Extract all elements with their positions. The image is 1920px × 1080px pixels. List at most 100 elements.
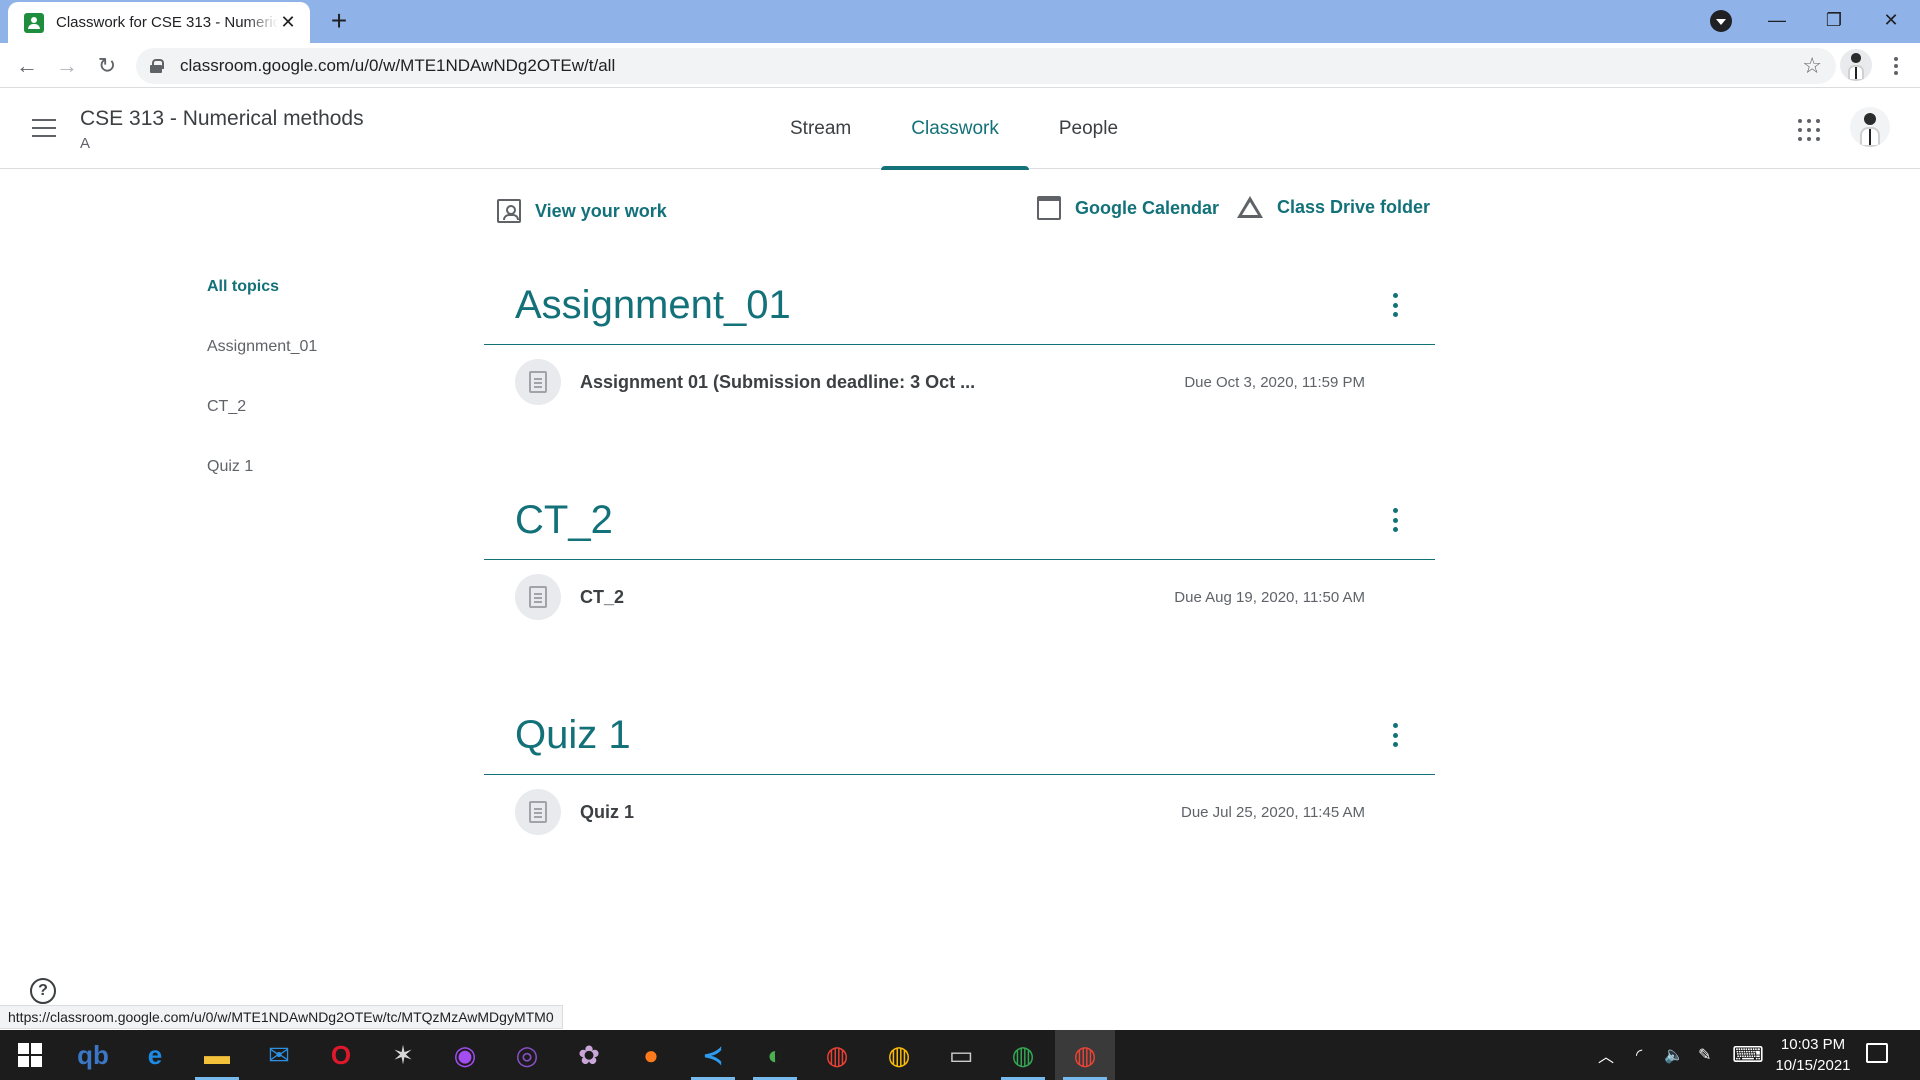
- clock-date: 10/15/2021: [1775, 1057, 1851, 1074]
- topic-quiz-1[interactable]: Quiz 1: [207, 456, 317, 516]
- topic-all-topics[interactable]: All topics: [207, 276, 317, 336]
- view-your-work-label: View your work: [535, 200, 667, 221]
- pen-icon[interactable]: ✎: [1698, 1030, 1711, 1080]
- assignment-icon: [515, 574, 561, 620]
- tab-people[interactable]: People: [1029, 89, 1148, 169]
- windows-logo-icon: [18, 1043, 42, 1067]
- section-title[interactable]: CT_2: [515, 498, 613, 543]
- item-title[interactable]: Assignment 01 (Submission deadline: 3 Oc…: [580, 372, 975, 393]
- section-more-icon[interactable]: [1387, 723, 1403, 747]
- taskbar-mail[interactable]: ✉: [249, 1030, 309, 1080]
- chrome-profile-ek-icon: ◍: [1011, 1040, 1035, 1070]
- bookmark-star-icon[interactable]: ☆: [1802, 53, 1822, 79]
- vscode-icon: ≺: [702, 1040, 724, 1070]
- keyboard-icon[interactable]: ⌨: [1732, 1030, 1764, 1080]
- tab-classwork[interactable]: Classwork: [881, 89, 1029, 170]
- browser-toolbar: ← → ↻ classroom.google.com/u/0/w/MTE1NDA…: [0, 43, 1920, 88]
- satellite-icon: ✶: [392, 1040, 414, 1070]
- class-section: A: [80, 135, 91, 152]
- topics-sidebar: All topics Assignment_01 CT_2 Quiz 1: [207, 276, 317, 516]
- topic-section-ct-2: CT_2 CT_2 Due Aug 19, 2020, 11:50 AM: [484, 480, 1435, 634]
- taskbar-vscode[interactable]: ≺: [683, 1030, 743, 1080]
- taskbar-clock[interactable]: 10:03 PM 10/15/2021: [1770, 1034, 1856, 1076]
- tab-close-icon[interactable]: ✕: [278, 12, 298, 33]
- start-button[interactable]: [0, 1030, 60, 1080]
- browser-tab-classwork[interactable]: Classwork for CSE 313 - Numerical method…: [8, 2, 310, 43]
- view-your-work-link[interactable]: View your work: [497, 199, 667, 223]
- section-header: Assignment_01: [484, 265, 1435, 345]
- item-due-date: Due Aug 19, 2020, 11:50 AM: [1174, 588, 1365, 606]
- taskbar-opera[interactable]: O: [311, 1030, 371, 1080]
- section-title[interactable]: Quiz 1: [515, 713, 631, 758]
- topic-assignment-01[interactable]: Assignment_01: [207, 336, 317, 396]
- section-header: CT_2: [484, 480, 1435, 560]
- assignment-ind-icon: [497, 199, 521, 223]
- taskbar-qbittorrent[interactable]: qb: [63, 1030, 123, 1080]
- taskbar-file-explorer[interactable]: ▬: [187, 1030, 247, 1080]
- assignment-icon: [515, 359, 561, 405]
- taskbar-terminal[interactable]: ▭: [931, 1030, 991, 1080]
- firefox-icon: ●: [643, 1040, 659, 1070]
- class-drive-folder-label: Class Drive folder: [1277, 196, 1431, 217]
- google-apps-icon[interactable]: [1798, 119, 1820, 141]
- assignment-icon: [515, 789, 561, 835]
- volume-icon[interactable]: 🔈: [1664, 1030, 1684, 1080]
- notifications-icon[interactable]: [1866, 1043, 1888, 1063]
- taskbar-chrome-profile-ek[interactable]: ◍: [993, 1030, 1053, 1080]
- topic-ct-2[interactable]: CT_2: [207, 396, 317, 456]
- taskbar-chrome-profile-1[interactable]: ◍: [807, 1030, 867, 1080]
- item-due-date: Due Jul 25, 2020, 11:45 AM: [1180, 803, 1365, 821]
- back-button[interactable]: ←: [10, 49, 44, 83]
- taskbar-chrome[interactable]: ◍: [869, 1030, 929, 1080]
- restore-button[interactable]: ❐: [1805, 0, 1863, 40]
- account-avatar[interactable]: [1850, 107, 1890, 147]
- section-title[interactable]: Assignment_01: [515, 283, 791, 328]
- opera-icon: O: [330, 1040, 352, 1070]
- tab-title: Classwork for CSE 313 - Numerical method…: [56, 14, 278, 31]
- item-due-date: Due Oct 3, 2020, 11:59 PM: [1184, 373, 1365, 391]
- url-text[interactable]: classroom.google.com/u/0/w/MTE1NDAwNDg2O…: [180, 56, 615, 76]
- chrome-menu-icon[interactable]: [1884, 49, 1908, 83]
- class-drive-folder-link[interactable]: Class Drive folder: [1237, 196, 1430, 218]
- main-menu-icon[interactable]: [32, 119, 56, 137]
- chrome-active-icon: ◍: [1073, 1040, 1097, 1070]
- tab-search-icon[interactable]: [1710, 10, 1732, 32]
- terminal-icon: ▭: [948, 1040, 974, 1070]
- window-close-button[interactable]: ✕: [1862, 0, 1920, 40]
- taskbar-messenger[interactable]: ◉: [435, 1030, 495, 1080]
- item-title[interactable]: CT_2: [580, 587, 624, 608]
- minimize-button[interactable]: —: [1748, 0, 1806, 40]
- clock-time: 10:03 PM: [1780, 1036, 1846, 1053]
- forward-button[interactable]: →: [50, 49, 84, 83]
- taskbar-globe-app[interactable]: ◐: [745, 1030, 805, 1080]
- address-bar[interactable]: classroom.google.com/u/0/w/MTE1NDAwNDg2O…: [136, 48, 1836, 84]
- taskbar-github-desktop[interactable]: ◎: [497, 1030, 557, 1080]
- taskbar-chrome-active[interactable]: ◍: [1055, 1030, 1115, 1080]
- taskbar-satellite[interactable]: ✶: [373, 1030, 433, 1080]
- section-header: Quiz 1: [484, 695, 1435, 775]
- class-title[interactable]: CSE 313 - Numerical methods: [80, 107, 364, 131]
- calendar-icon: [1037, 196, 1061, 220]
- reload-button[interactable]: ↻: [90, 49, 124, 83]
- tray-chevron-icon[interactable]: ︿: [1598, 1030, 1614, 1080]
- item-title[interactable]: Quiz 1: [580, 802, 634, 823]
- topic-section-quiz-1: Quiz 1 Quiz 1 Due Jul 25, 2020, 11:45 AM: [484, 695, 1435, 849]
- lock-icon[interactable]: [150, 59, 164, 73]
- taskbar-edge[interactable]: e: [125, 1030, 185, 1080]
- github-desktop-icon: ◎: [515, 1040, 539, 1070]
- taskbar-firefox[interactable]: ●: [621, 1030, 681, 1080]
- new-tab-button[interactable]: +: [324, 6, 354, 36]
- help-icon[interactable]: ?: [30, 978, 56, 1004]
- chrome-profile-avatar[interactable]: [1840, 49, 1872, 81]
- taskbar-paint[interactable]: ✿: [559, 1030, 619, 1080]
- classwork-item[interactable]: Quiz 1 Due Jul 25, 2020, 11:45 AM: [484, 775, 1435, 849]
- classwork-item[interactable]: CT_2 Due Aug 19, 2020, 11:50 AM: [484, 560, 1435, 634]
- classwork-item[interactable]: Assignment 01 (Submission deadline: 3 Oc…: [484, 345, 1435, 419]
- network-icon[interactable]: ◜: [1636, 1030, 1642, 1080]
- drive-icon: [1237, 196, 1263, 218]
- google-calendar-link[interactable]: Google Calendar: [1037, 196, 1219, 220]
- section-more-icon[interactable]: [1387, 293, 1403, 317]
- section-more-icon[interactable]: [1387, 508, 1403, 532]
- tab-stream[interactable]: Stream: [760, 89, 881, 169]
- file-explorer-icon: ▬: [204, 1040, 230, 1070]
